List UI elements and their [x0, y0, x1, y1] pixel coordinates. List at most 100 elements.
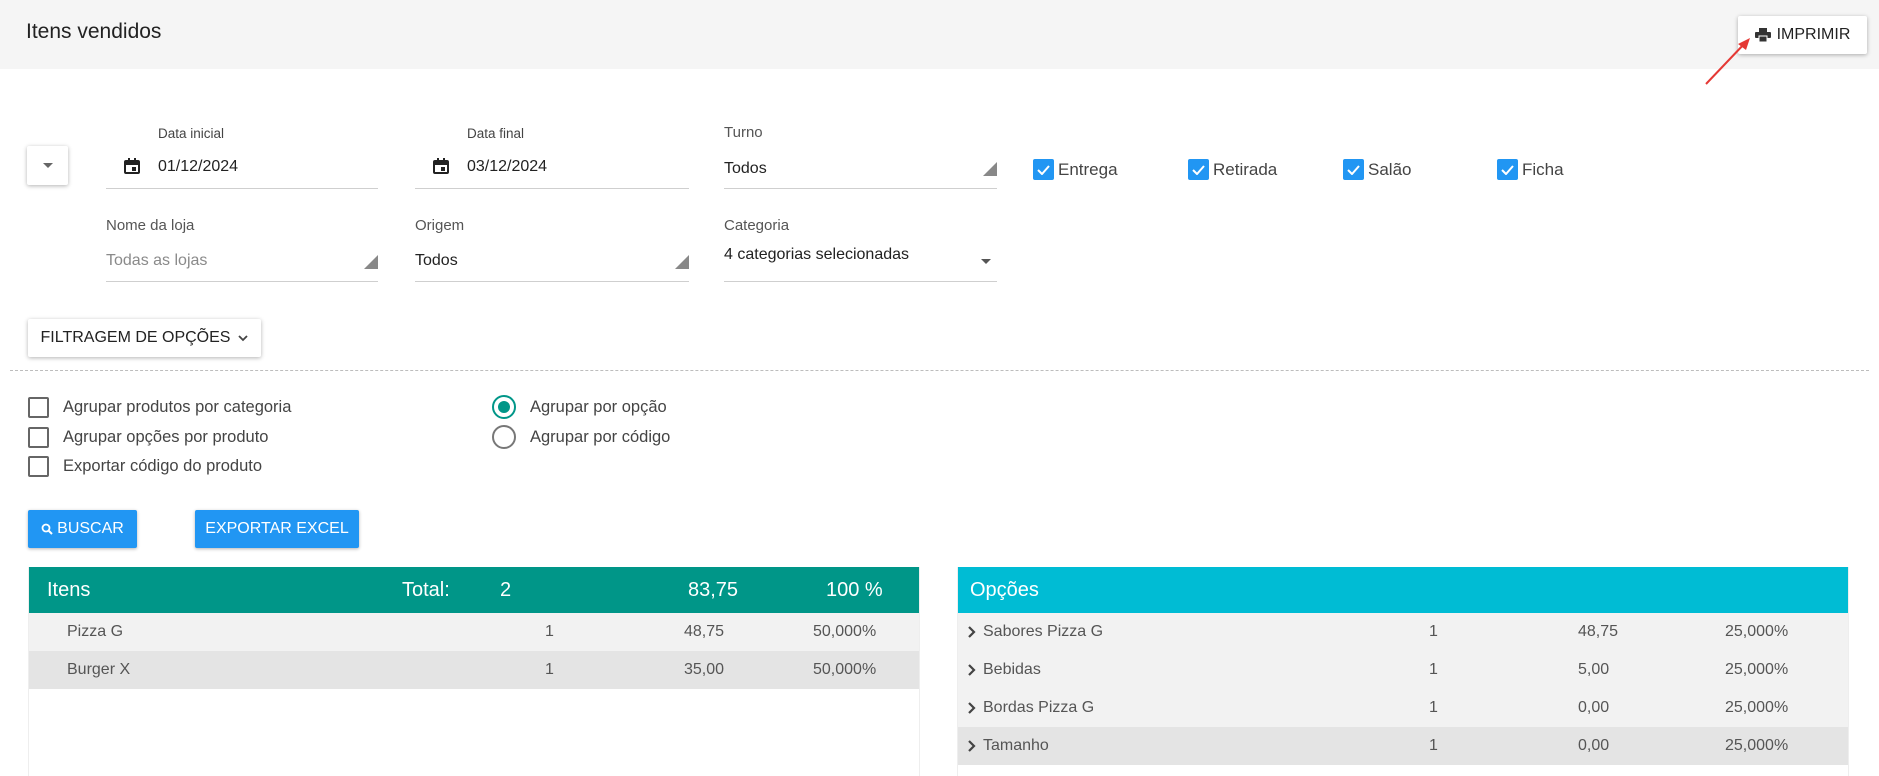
- nome-loja-select[interactable]: Todas as lojas: [106, 247, 378, 282]
- checkmark-icon: [1188, 159, 1209, 180]
- opcoes-title: Opções: [970, 578, 1039, 601]
- checkbox-label: Retirada: [1213, 159, 1278, 179]
- opcao-pct: 25,000%: [1725, 699, 1789, 716]
- filtragem-opcoes-button[interactable]: FILTRAGEM DE OPÇÕES: [28, 319, 261, 357]
- radio-agrupar-por-codigo[interactable]: Agrupar por código: [492, 425, 670, 449]
- top-bar: Itens vendidos IMPRIMIR: [0, 0, 1879, 69]
- opcao-name: Sabores Pizza G: [983, 623, 1104, 640]
- checkbox-box: [28, 456, 49, 477]
- option-label: Exportar código do produto: [63, 457, 263, 475]
- option-label: Agrupar produtos por categoria: [63, 398, 292, 416]
- itens-total-qty: 2: [500, 578, 512, 601]
- checkmark-icon: [1497, 159, 1518, 180]
- option-exportar-codigo[interactable]: Exportar código do produto: [28, 456, 262, 477]
- opcao-qty: 1: [1429, 737, 1438, 754]
- checkbox-label: Entrega: [1058, 159, 1118, 179]
- item-value: 35,00: [684, 661, 725, 678]
- caret-down-icon: [42, 162, 53, 168]
- checkbox-box: [28, 427, 49, 448]
- turno-select[interactable]: Todos: [724, 154, 997, 189]
- checkbox-box: [28, 397, 49, 418]
- search-icon: [41, 523, 53, 535]
- select-corner-icon: [364, 255, 378, 269]
- radio-selected-icon: [492, 395, 516, 419]
- checkmark-icon: [1343, 159, 1364, 180]
- item-pct: 50,000%: [813, 661, 877, 678]
- opcoes-panel: Opções Sabores Pizza G 1 48,75 25,000% B…: [957, 567, 1849, 776]
- origem-select[interactable]: Todos: [415, 247, 689, 282]
- print-label: IMPRIMIR: [1776, 26, 1851, 43]
- table-row[interactable]: Tamanho 1 0,00 25,000%: [958, 727, 1848, 765]
- itens-total-label: Total:: [402, 578, 450, 601]
- exportar-excel-button[interactable]: EXPORTAR EXCEL: [195, 510, 359, 548]
- table-row[interactable]: Sabores Pizza G 1 48,75 25,000%: [958, 613, 1848, 651]
- data-inicial-label: Data inicial: [158, 126, 225, 141]
- radio-agrupar-por-opcao[interactable]: Agrupar por opção: [492, 395, 667, 419]
- collapse-toggle-button[interactable]: [27, 146, 68, 185]
- calendar-icon: [124, 158, 140, 174]
- turno-label: Turno: [724, 124, 763, 141]
- option-agrupar-opcoes-produto[interactable]: Agrupar opções por produto: [28, 427, 268, 448]
- itens-header: Itens Total: 2 83,75 100 %: [29, 567, 919, 613]
- chevron-right-icon[interactable]: [967, 664, 976, 676]
- option-agrupar-produtos-categoria[interactable]: Agrupar produtos por categoria: [28, 397, 291, 418]
- categoria-value: 4 categorias selecionadas: [724, 246, 910, 263]
- origem-label: Origem: [415, 217, 465, 234]
- opcao-value: 0,00: [1578, 699, 1610, 716]
- item-value: 48,75: [684, 623, 725, 640]
- nome-loja-label: Nome da loja: [106, 217, 195, 234]
- opcao-name: Bebidas: [983, 661, 1041, 678]
- turno-value: Todos: [724, 160, 767, 177]
- itens-total-pct: 100 %: [826, 578, 883, 601]
- red-arrow-annotation: [1705, 38, 1750, 85]
- itens-title: Itens: [47, 578, 91, 601]
- data-final-field[interactable]: 03/12/2024: [415, 152, 689, 189]
- opcoes-header: Opções: [958, 567, 1848, 613]
- checkbox-label: Ficha: [1522, 159, 1564, 179]
- item-qty: 1: [545, 623, 554, 640]
- opcao-qty: 1: [1429, 699, 1438, 716]
- chevron-right-icon[interactable]: [967, 740, 976, 752]
- data-inicial-field[interactable]: 01/12/2024: [106, 152, 378, 189]
- opcao-value: 0,00: [1578, 737, 1610, 754]
- radio-unselected-icon: [492, 425, 516, 449]
- chevron-down-icon: [238, 334, 249, 341]
- itens-total-value: 83,75: [688, 578, 739, 601]
- radio-label: Agrupar por código: [530, 427, 671, 446]
- opcao-qty: 1: [1429, 661, 1438, 678]
- opcao-value: 48,75: [1578, 623, 1619, 640]
- chevron-right-icon[interactable]: [967, 626, 976, 638]
- checkbox-ficha[interactable]: Ficha: [1497, 159, 1564, 180]
- checkbox-entrega[interactable]: Entrega: [1033, 159, 1118, 180]
- itens-panel: Itens Total: 2 83,75 100 % Pizza G 1 48,…: [28, 567, 920, 776]
- opcao-pct: 25,000%: [1725, 623, 1789, 640]
- data-final-label: Data final: [467, 126, 525, 141]
- checkbox-retirada[interactable]: Retirada: [1188, 159, 1277, 180]
- buscar-label: BUSCAR: [57, 520, 124, 537]
- buscar-button[interactable]: BUSCAR: [28, 510, 137, 548]
- opcao-pct: 25,000%: [1725, 737, 1789, 754]
- select-corner-icon: [983, 162, 997, 176]
- table-row[interactable]: Pizza G 1 48,75 50,000%: [29, 613, 919, 651]
- checkbox-salao[interactable]: Salão: [1343, 159, 1411, 180]
- chevron-right-icon[interactable]: [967, 702, 976, 714]
- item-pct: 50,000%: [813, 623, 877, 640]
- checkmark-icon: [1033, 159, 1054, 180]
- data-final-value: 03/12/2024: [467, 158, 548, 175]
- item-qty: 1: [545, 661, 554, 678]
- table-row[interactable]: Burger X 1 35,00 50,000%: [29, 651, 919, 689]
- table-row[interactable]: Bordas Pizza G 1 0,00 25,000%: [958, 689, 1848, 727]
- checkbox-label: Salão: [1368, 159, 1412, 179]
- opcao-pct: 25,000%: [1725, 661, 1789, 678]
- nome-loja-placeholder: Todas as lojas: [106, 252, 208, 269]
- opcao-name: Bordas Pizza G: [983, 699, 1095, 716]
- caret-down-icon: [981, 259, 991, 264]
- item-name: Pizza G: [67, 623, 124, 640]
- data-inicial-value: 01/12/2024: [158, 158, 239, 175]
- radio-label: Agrupar por opção: [530, 397, 667, 416]
- divider: [10, 370, 1869, 371]
- table-row[interactable]: Bebidas 1 5,00 25,000%: [958, 651, 1848, 689]
- opcao-qty: 1: [1429, 623, 1438, 640]
- page-title: Itens vendidos: [26, 20, 162, 43]
- categoria-select[interactable]: 4 categorias selecionadas: [724, 243, 997, 282]
